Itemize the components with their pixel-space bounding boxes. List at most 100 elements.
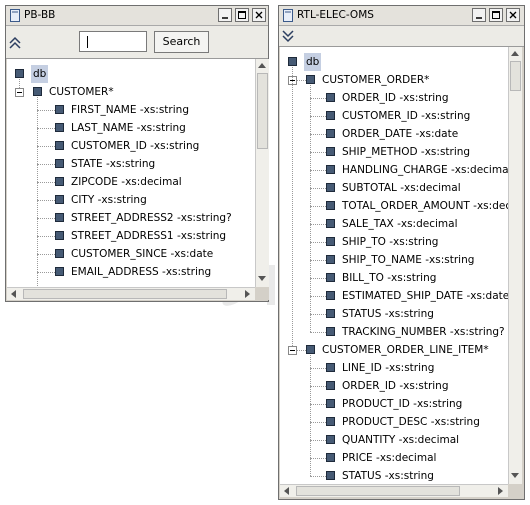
text-caret [87, 36, 88, 48]
tree-field[interactable]: PRODUCT_DESC -xs:string [326, 413, 508, 431]
tree-field[interactable]: STATUS -xs:string [326, 467, 508, 484]
tree-field[interactable]: SUBTOTAL -xs:decimal [326, 179, 508, 197]
scroll-left-icon[interactable] [11, 290, 16, 298]
close-icon [255, 11, 263, 19]
tree-field[interactable]: CUSTOMER_SINCE -xs:date [55, 245, 256, 263]
title-bar[interactable]: PB-BB [6, 6, 268, 26]
tree-connector [310, 98, 326, 99]
scroll-down-icon[interactable] [511, 473, 519, 478]
tree-field[interactable]: HANDLING_CHARGE -xs:decimal [326, 161, 508, 179]
tree-node-icon [326, 201, 335, 210]
node-label: SALE_TAX -xs:decimal [342, 218, 458, 230]
tree-field[interactable]: CUSTOMER_ID -xs:string [55, 137, 256, 155]
tree-connector [310, 355, 311, 476]
scroll-down-icon[interactable] [258, 276, 266, 281]
minimize-button[interactable] [218, 8, 232, 22]
search-button[interactable]: Search [154, 31, 209, 53]
horizontal-scrollbar[interactable] [280, 484, 508, 497]
close-button[interactable] [506, 8, 520, 22]
scroll-up-icon[interactable] [258, 63, 266, 68]
tree-field[interactable]: STATE -xs:string [55, 155, 256, 173]
tree-group-customer[interactable]: CUSTOMER* [33, 83, 256, 101]
scroll-thumb-h[interactable] [23, 289, 227, 299]
close-button[interactable] [252, 8, 266, 22]
window-title: RTL-ELEC-OMS [297, 9, 374, 21]
tree-connector [37, 218, 55, 219]
node-label: TRACKING_NUMBER -xs:string? [342, 326, 505, 338]
search-input[interactable] [79, 31, 147, 52]
node-label: CUSTOMER* [49, 86, 114, 98]
minimize-button[interactable] [472, 8, 486, 22]
tree-connector [310, 404, 326, 405]
scroll-right-icon[interactable] [245, 290, 250, 298]
scroll-left-icon[interactable] [284, 487, 289, 495]
tree-field[interactable]: ORDER_DATE -xs:date [326, 125, 508, 143]
tree-root-db[interactable]: db [288, 53, 508, 71]
horizontal-scrollbar[interactable] [7, 287, 255, 300]
tree-field[interactable]: BILL_TO -xs:string [326, 269, 508, 287]
tree-node-icon [326, 129, 335, 138]
tree-field[interactable]: STATUS -xs:string [326, 305, 508, 323]
tree-collapse-toggle-icon[interactable] [288, 346, 297, 355]
tree-field[interactable]: SHIP_TO_NAME -xs:string [326, 251, 508, 269]
maximize-button[interactable] [489, 8, 503, 22]
tree-connector [310, 476, 326, 477]
tree-node-icon [326, 93, 335, 102]
tree-connector [310, 224, 326, 225]
tree-connector [37, 272, 55, 273]
scroll-up-icon[interactable] [511, 51, 519, 56]
tree-field[interactable]: ESTIMATED_SHIP_DATE -xs:date [326, 287, 508, 305]
tree-group[interactable]: CUSTOMER_ORDER_LINE_ITEM* [306, 341, 508, 359]
tree-node-icon [326, 291, 335, 300]
tree-field[interactable]: STREET_ADDRESS2 -xs:string? [55, 209, 256, 227]
tree-field[interactable]: TOTAL_ORDER_AMOUNT -xs:decimal [326, 197, 508, 215]
maximize-icon [238, 11, 246, 19]
node-label: db [31, 65, 49, 83]
tree-field[interactable]: EMAIL_ADDRESS -xs:string [55, 263, 256, 281]
node-label: PRICE -xs:decimal [342, 452, 437, 464]
tree-group[interactable]: CUSTOMER_ORDER* [306, 71, 508, 89]
title-bar[interactable]: RTL-ELEC-OMS [279, 6, 524, 26]
node-label: PRODUCT_ID -xs:string [342, 398, 463, 410]
vertical-scrollbar[interactable] [255, 59, 269, 287]
tree-field[interactable]: CITY -xs:string [55, 191, 256, 209]
node-label: STREET_ADDRESS1 -xs:string [71, 230, 227, 242]
collapse-up-icon[interactable] [8, 35, 22, 51]
tree-field[interactable]: LINE_ID -xs:string [326, 359, 508, 377]
tree-field[interactable]: SALE_TAX -xs:decimal [326, 215, 508, 233]
scroll-thumb-h[interactable] [296, 486, 460, 496]
db-window-icon [10, 9, 20, 22]
vertical-scrollbar[interactable] [508, 47, 522, 484]
expand-down-icon[interactable] [281, 28, 295, 44]
node-label: ZIPCODE -xs:decimal [71, 176, 182, 188]
tree-field[interactable]: STREET_ADDRESS1 -xs:string [55, 227, 256, 245]
tree-connector [310, 278, 326, 279]
tree-field[interactable]: SHIP_TO -xs:string [326, 233, 508, 251]
tree-connector [310, 152, 326, 153]
node-label: CUSTOMER_ORDER* [322, 74, 430, 86]
scroll-thumb[interactable] [257, 73, 268, 149]
tree-field[interactable]: CUSTOMER_ID -xs:string [326, 107, 508, 125]
tree-node-icon [326, 327, 335, 336]
tree-field[interactable]: ORDER_ID -xs:string [326, 89, 508, 107]
tree-root-db[interactable]: db [15, 65, 256, 83]
tree-field[interactable]: ORDER_ID -xs:string [326, 377, 508, 395]
tree-field[interactable]: PRODUCT_ID -xs:string [326, 395, 508, 413]
scroll-thumb[interactable] [510, 61, 521, 91]
node-label: LINE_ID -xs:string [342, 362, 435, 374]
tree-connector [310, 314, 326, 315]
maximize-button[interactable] [235, 8, 249, 22]
tree-field[interactable]: TRACKING_NUMBER -xs:string? [326, 323, 508, 341]
tree-field[interactable]: FIRST_NAME -xs:string [55, 101, 256, 119]
tree-field[interactable]: ZIPCODE -xs:decimal [55, 173, 256, 191]
tree-field[interactable]: LAST_NAME -xs:string [55, 119, 256, 137]
tree-collapse-toggle-icon[interactable] [15, 88, 24, 97]
scroll-corner [508, 484, 522, 497]
tree-field[interactable]: SHIP_METHOD -xs:string [326, 143, 508, 161]
tree-field[interactable]: PRICE -xs:decimal [326, 449, 508, 467]
scroll-right-icon[interactable] [498, 487, 503, 495]
tree-connector [292, 67, 293, 346]
tree-connector [310, 260, 326, 261]
close-icon [509, 11, 517, 19]
tree-field[interactable]: QUANTITY -xs:decimal [326, 431, 508, 449]
